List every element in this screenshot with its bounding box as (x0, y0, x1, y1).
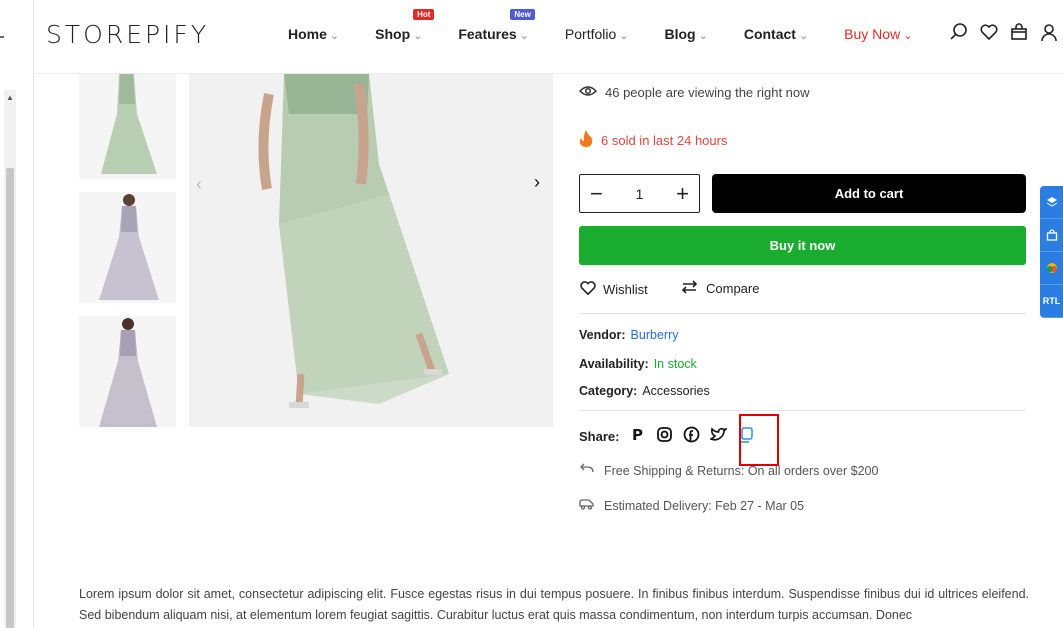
search-icon[interactable] (949, 22, 969, 47)
sold-counter: 6 sold in last 24 hours (579, 130, 727, 150)
delivery-text: Estimated Delivery: Feb 27 - Mar 05 (604, 498, 805, 513)
compare-label: Compare (706, 281, 760, 296)
quantity-increase-button[interactable]: + (676, 182, 689, 205)
chevron-down-icon: ⌄ (698, 30, 708, 42)
scrollbar-thumb[interactable] (6, 168, 14, 628)
viewing-counter: 46 people are viewing the right now (578, 85, 810, 100)
category-label: Category: (579, 384, 638, 398)
quantity-decrease-button[interactable]: − (590, 182, 603, 205)
gallery-next-arrow-icon[interactable]: › (534, 172, 540, 193)
chevron-down-icon: ⌄ (413, 30, 423, 42)
nav-shop[interactable]: Hot Shop ⌄ (375, 9, 435, 42)
availability-label: Availability: (579, 357, 649, 371)
product-main-image[interactable] (189, 74, 553, 427)
rtl-toggle-button[interactable]: RTL (1040, 285, 1063, 318)
buy-it-now-button[interactable]: Buy it now (579, 226, 1026, 265)
category-link[interactable]: Accessories (642, 384, 709, 398)
facebook-icon[interactable] (683, 426, 700, 446)
nav-features[interactable]: New Features ⌄ (458, 9, 535, 42)
strip-mark (0, 36, 4, 38)
highlight-box (739, 414, 779, 466)
nav-buy-now[interactable]: Buy Now ⌄ (844, 26, 912, 42)
product-description: Lorem ipsum dolor sit amet, consectetur … (79, 587, 1029, 622)
nav-contact[interactable]: Contact ⌄ (744, 26, 808, 42)
main-nav: Home ⌄ Hot Shop ⌄ New Features ⌄ Portfolio ⌄ B… (288, 9, 948, 42)
viewing-text: 46 people are viewing the right now (605, 85, 810, 100)
color-picker-icon[interactable] (1040, 252, 1063, 285)
chevron-down-icon: ⌄ (903, 30, 913, 42)
chevron-down-icon: ⌄ (519, 30, 529, 42)
shipping-info: Free Shipping & Returns: On all orders o… (579, 463, 878, 478)
site-header: STOREPIFY Home ⌄ Hot Shop ⌄ New Features ⌄ Po… (34, 0, 1063, 74)
truck-icon (579, 498, 594, 513)
gallery-prev-arrow-icon[interactable]: ‹ (196, 174, 202, 195)
return-arrow-icon (579, 463, 594, 478)
dress-image (79, 192, 176, 303)
scroll-up-arrow-icon[interactable]: ▲ (4, 90, 16, 106)
chevron-down-icon: ⌄ (329, 30, 340, 42)
chevron-down-icon: ⌄ (619, 30, 629, 42)
nav-shop-label: Shop (375, 26, 411, 42)
vendor-link[interactable]: Burberry (631, 328, 679, 342)
compare-button[interactable]: Compare (681, 280, 759, 297)
share-label: Share: (579, 428, 620, 444)
nav-buy-now-label: Buy Now (844, 26, 901, 42)
wishlist-label: Wishlist (603, 282, 648, 297)
site-logo[interactable]: STOREPIFY (46, 20, 209, 49)
hot-badge: Hot (413, 9, 435, 20)
nav-contact-label: Contact (743, 26, 796, 42)
nav-home-label: Home (288, 26, 327, 42)
divider (579, 313, 1026, 314)
svg-text:P: P (632, 426, 643, 443)
thumbnail-3[interactable] (79, 316, 176, 427)
category-row: Category: Accessories (579, 384, 710, 398)
compare-arrows-icon (681, 280, 698, 297)
dress-image (189, 74, 553, 427)
thumbnail-1[interactable] (79, 74, 176, 179)
chevron-down-icon: ⌄ (798, 30, 809, 42)
wishlist-button[interactable]: Wishlist (579, 280, 648, 299)
quantity-stepper[interactable]: − 1 + (579, 174, 700, 213)
sold-text: 6 sold in last 24 hours (601, 132, 728, 148)
quantity-value[interactable]: 1 (636, 186, 644, 202)
pinterest-icon[interactable]: P (629, 426, 646, 446)
dress-image (79, 74, 176, 179)
new-badge: New (510, 9, 535, 20)
dress-image (79, 316, 176, 427)
divider (579, 410, 1026, 411)
browser-left-strip: ▲ (0, 0, 34, 628)
heart-icon[interactable] (979, 22, 999, 47)
nav-blog-label: Blog (664, 26, 696, 42)
availability-row: Availability: In stock (579, 357, 697, 371)
thumbnail-2[interactable] (79, 192, 176, 303)
delivery-info: Estimated Delivery: Feb 27 - Mar 05 (579, 498, 804, 513)
nav-home[interactable]: Home ⌄ (288, 26, 339, 42)
instagram-icon[interactable] (656, 426, 673, 446)
share-row: Share: P (579, 426, 754, 446)
availability-value: In stock (653, 357, 697, 371)
eye-icon (578, 85, 598, 100)
user-icon[interactable] (1039, 22, 1059, 47)
bag-icon[interactable] (1009, 22, 1029, 47)
layers-icon[interactable] (1040, 186, 1063, 219)
fire-icon (579, 130, 593, 150)
add-to-cart-button[interactable]: Add to cart (712, 174, 1026, 213)
nav-blog[interactable]: Blog ⌄ (665, 26, 708, 42)
twitter-icon[interactable] (709, 426, 729, 446)
nav-portfolio[interactable]: Portfolio ⌄ (565, 26, 629, 42)
header-icons (949, 22, 1059, 47)
nav-features-label: Features (458, 26, 517, 42)
vendor-row: Vendor: Burberry (579, 328, 678, 342)
nav-portfolio-label: Portfolio (564, 26, 617, 42)
shipping-text: Free Shipping & Returns: On all orders o… (604, 463, 879, 478)
vendor-label: Vendor: (579, 328, 626, 342)
heart-icon (579, 280, 597, 299)
side-tools-panel: RTL (1040, 186, 1063, 318)
bag-icon[interactable] (1040, 219, 1063, 252)
